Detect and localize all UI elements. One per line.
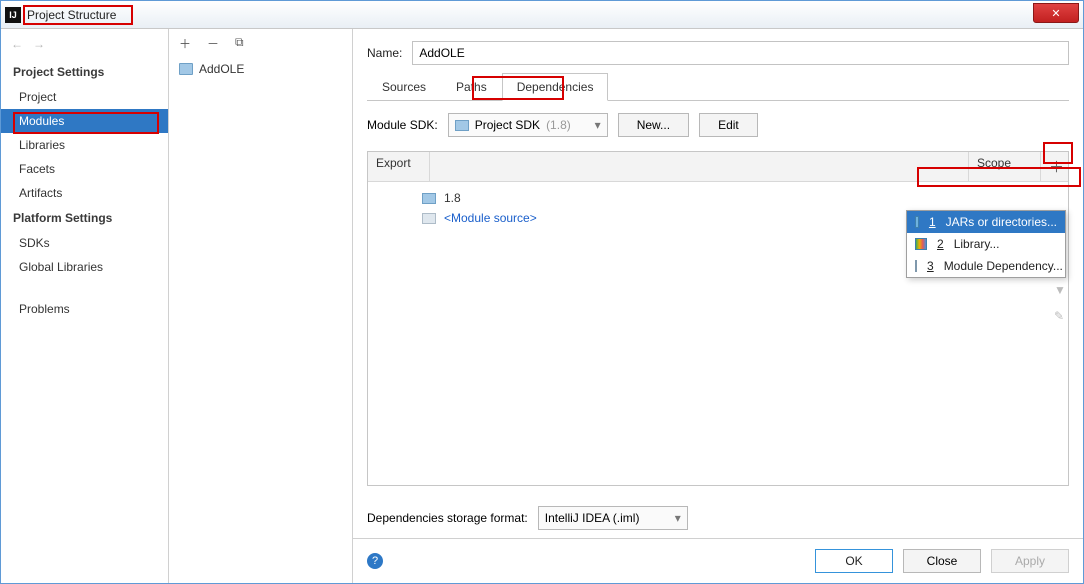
ok-button[interactable]: OK (815, 549, 893, 573)
sidebar-item-modules[interactable]: Modules (1, 109, 168, 133)
sidebar-item-problems[interactable]: Problems (1, 297, 168, 321)
module-tabs: Sources Paths Dependencies (367, 73, 1069, 101)
section-platform-settings: Platform Settings (1, 205, 168, 231)
sdk-folder-icon (455, 120, 469, 131)
add-module-icon[interactable]: ＋ (179, 35, 191, 52)
apply-button[interactable]: Apply (991, 549, 1069, 573)
window-title: Project Structure (27, 8, 116, 22)
new-sdk-button[interactable]: New... (618, 113, 689, 137)
col-export[interactable]: Export (368, 152, 430, 181)
storage-format-combo[interactable]: IntelliJ IDEA (.iml) ▾ (538, 506, 688, 530)
add-dependency-button[interactable]: ＋ (1040, 152, 1068, 181)
library-icon (915, 238, 927, 250)
chevron-down-icon: ▾ (595, 118, 601, 132)
module-sdk-combo[interactable]: Project SDK (1.8) ▾ (448, 113, 608, 137)
dependencies-table: Export Scope ＋ 1.8 <Module source> (367, 151, 1069, 486)
module-folder-icon (179, 63, 193, 75)
storage-format-label: Dependencies storage format: (367, 511, 528, 525)
module-item-label: AddOLE (199, 62, 244, 76)
popup-label: JARs or directories... (946, 215, 1057, 229)
module-source-folder-icon (422, 213, 436, 224)
sidebar-item-facets[interactable]: Facets (1, 157, 168, 181)
tab-paths[interactable]: Paths (441, 73, 502, 101)
col-name (430, 152, 968, 181)
forward-icon[interactable]: → (33, 37, 45, 51)
sidebar-item-libraries[interactable]: Libraries (1, 133, 168, 157)
name-label: Name: (367, 46, 402, 60)
popup-num: 1 (929, 215, 936, 229)
module-list-panel: ＋ － ⧉ AddOLE (169, 29, 353, 583)
popup-label: Module Dependency... (944, 259, 1063, 273)
edit-dependency-icon[interactable]: ✎ (1054, 309, 1066, 323)
popup-num: 3 (927, 259, 934, 273)
dependency-label: 1.8 (444, 191, 461, 205)
sidebar-item-sdks[interactable]: SDKs (1, 231, 168, 255)
close-button[interactable]: Close (903, 549, 981, 573)
dependency-row-jdk[interactable]: 1.8 (368, 188, 1068, 208)
project-structure-window: IJ Project Structure ✕ ← → Project Setti… (0, 0, 1084, 584)
titlebar: IJ Project Structure ✕ (1, 1, 1083, 29)
chevron-down-icon: ▾ (675, 511, 681, 525)
module-detail-panel: Name: Sources Paths Dependencies Module … (353, 29, 1083, 583)
copy-module-icon[interactable]: ⧉ (235, 35, 244, 52)
module-dep-icon (915, 260, 917, 272)
dependency-label: <Module source> (444, 211, 537, 225)
module-sdk-label: Module SDK: (367, 118, 438, 132)
settings-sidebar: ← → Project Settings Project Modules Lib… (1, 29, 169, 583)
tab-sources[interactable]: Sources (367, 73, 441, 101)
storage-format-value: IntelliJ IDEA (.iml) (545, 511, 640, 525)
col-scope[interactable]: Scope (968, 152, 1040, 181)
popup-item-jars[interactable]: 1 JARs or directories... (907, 211, 1065, 233)
back-icon[interactable]: ← (11, 37, 23, 51)
app-icon: IJ (5, 7, 21, 23)
module-name-input[interactable] (412, 41, 1069, 65)
sdk-version: (1.8) (546, 118, 571, 132)
help-icon[interactable]: ? (367, 553, 383, 569)
tab-dependencies[interactable]: Dependencies (502, 73, 609, 101)
sidebar-item-global-libraries[interactable]: Global Libraries (1, 255, 168, 279)
jar-icon (915, 216, 919, 228)
move-down-icon[interactable]: ▼ (1054, 283, 1066, 297)
jdk-folder-icon (422, 193, 436, 204)
add-dependency-popup: 1 JARs or directories... 2 Library... 3 … (906, 210, 1066, 278)
popup-item-library[interactable]: 2 Library... (907, 233, 1065, 255)
module-item-addole[interactable]: AddOLE (169, 58, 352, 80)
popup-label: Library... (954, 237, 1000, 251)
sdk-value: Project SDK (475, 118, 540, 132)
remove-module-icon[interactable]: － (207, 35, 219, 52)
popup-num: 2 (937, 237, 944, 251)
sidebar-item-project[interactable]: Project (1, 85, 168, 109)
section-project-settings: Project Settings (1, 59, 168, 85)
popup-item-module-dep[interactable]: 3 Module Dependency... (907, 255, 1065, 277)
edit-sdk-button[interactable]: Edit (699, 113, 758, 137)
dialog-footer: ? OK Close Apply (353, 538, 1083, 583)
sidebar-item-artifacts[interactable]: Artifacts (1, 181, 168, 205)
close-icon[interactable]: ✕ (1033, 3, 1079, 23)
